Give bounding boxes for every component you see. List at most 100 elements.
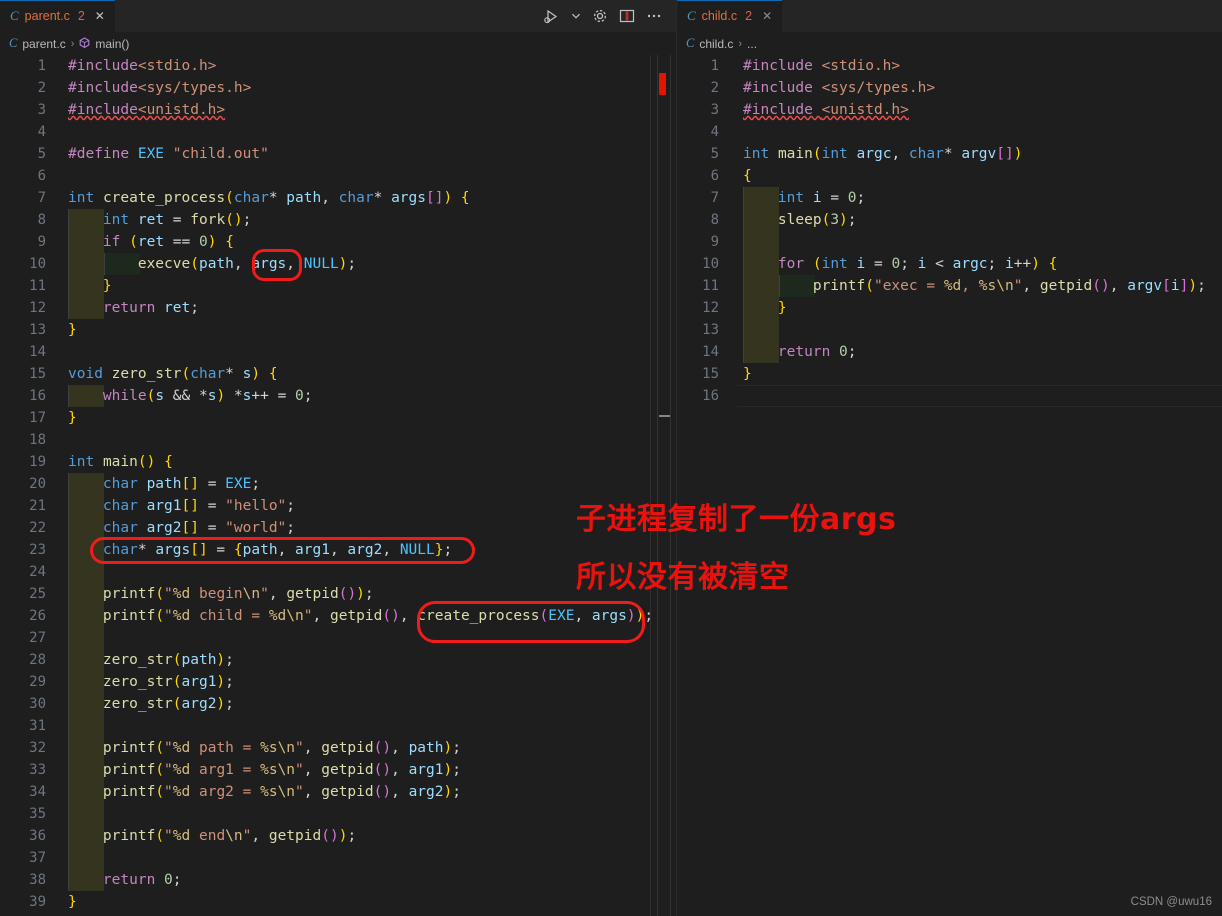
- line-number: 27: [29, 630, 46, 646]
- gear-icon[interactable]: [592, 8, 608, 24]
- code-text: #define EXE "child.out": [68, 146, 269, 162]
- line-number: 30: [29, 696, 46, 712]
- code-line[interactable]: 13: [677, 319, 1222, 341]
- code-line[interactable]: 38 return 0;: [0, 869, 676, 891]
- code-editor-right[interactable]: 1 #include <stdio.h> 2 #include <sys/types.…: [677, 55, 1222, 916]
- code-line[interactable]: 2 #include<sys/types.h>: [0, 77, 676, 99]
- code-line[interactable]: 32 printf("%d path = %s\n", getpid(), pa…: [0, 737, 676, 759]
- code-text: printf("%d arg2 = %s\n", getpid(), arg2)…: [102, 784, 461, 800]
- run-and-debug-icon[interactable]: [543, 8, 560, 25]
- code-line[interactable]: 27: [0, 627, 676, 649]
- close-icon[interactable]: ✕: [91, 10, 105, 22]
- line-number: 11: [29, 278, 46, 294]
- line-number: 19: [29, 454, 46, 470]
- code-line[interactable]: 6: [0, 165, 676, 187]
- tab-label: parent.c: [24, 9, 70, 23]
- breadcrumb-symbol[interactable]: ...: [747, 37, 757, 51]
- line-number: 26: [29, 608, 46, 624]
- code-line[interactable]: 15}: [677, 363, 1222, 385]
- code-line[interactable]: 11 }: [0, 275, 676, 297]
- code-text: {: [743, 168, 752, 184]
- tab-parent-c[interactable]: C parent.c 2 ✕: [0, 0, 115, 32]
- code-line[interactable]: 21 char arg1[] = "hello";: [0, 495, 676, 517]
- code-text: zero_str(path);: [102, 652, 234, 668]
- code-line[interactable]: 4: [0, 121, 676, 143]
- code-line[interactable]: 1 #include<stdio.h>: [0, 55, 676, 77]
- code-line[interactable]: 23 char* args[] = {path, arg1, arg2, NUL…: [0, 539, 676, 561]
- code-line[interactable]: 25 printf("%d begin\n", getpid());: [0, 583, 676, 605]
- code-line[interactable]: 28 zero_str(path);: [0, 649, 676, 671]
- code-line[interactable]: 20 char path[] = EXE;: [0, 473, 676, 495]
- code-line[interactable]: 13}: [0, 319, 676, 341]
- split-editor-icon[interactable]: [619, 9, 635, 23]
- code-line[interactable]: 10 for (int i = 0; i < argc; i++) {: [677, 253, 1222, 275]
- line-number: 16: [29, 388, 46, 404]
- code-line[interactable]: 5 int main(int argc, char* argv[]): [677, 143, 1222, 165]
- code-line[interactable]: 4: [677, 121, 1222, 143]
- code-line[interactable]: 11 printf("exec = %d, %s\n", getpid(), a…: [677, 275, 1222, 297]
- more-actions-icon[interactable]: [646, 13, 662, 19]
- breadcrumb-file[interactable]: child.c: [699, 37, 733, 51]
- code-line[interactable]: 35: [0, 803, 676, 825]
- code-line[interactable]: 7 int i = 0;: [677, 187, 1222, 209]
- code-line[interactable]: 15 void zero_str(char* s) {: [0, 363, 676, 385]
- code-text: for (int i = 0; i < argc; i++) {: [777, 256, 1058, 272]
- code-line[interactable]: 14 return 0;: [677, 341, 1222, 363]
- code-text: execve(path, args, NULL);: [137, 256, 357, 272]
- code-line[interactable]: 39}: [0, 891, 676, 913]
- code-line[interactable]: 18: [0, 429, 676, 451]
- code-line[interactable]: 19 int main() {: [0, 451, 676, 473]
- code-line[interactable]: 16 while(s && *s) *s++ = 0;: [0, 385, 676, 407]
- code-text: if (ret == 0) {: [102, 234, 234, 250]
- code-line[interactable]: 12 }: [677, 297, 1222, 319]
- code-text: int i = 0;: [777, 190, 866, 206]
- code-text: char path[] = EXE;: [102, 476, 261, 492]
- code-line[interactable]: 8 sleep(3);: [677, 209, 1222, 231]
- line-number: 34: [29, 784, 46, 800]
- code-line[interactable]: 9 if (ret == 0) {: [0, 231, 676, 253]
- line-number: 22: [29, 520, 46, 536]
- close-icon[interactable]: ✕: [758, 10, 772, 22]
- line-number: 6: [710, 168, 719, 184]
- code-line[interactable]: 34 printf("%d arg2 = %s\n", getpid(), ar…: [0, 781, 676, 803]
- breadcrumb-file[interactable]: parent.c: [22, 37, 65, 51]
- code-line[interactable]: 31: [0, 715, 676, 737]
- overview-ruler-left[interactable]: [650, 55, 676, 916]
- breadcrumb-symbol[interactable]: main(): [95, 37, 129, 51]
- code-editor-left[interactable]: 1 #include<stdio.h> 2 #include<sys/types.h>…: [0, 55, 676, 916]
- chevron-down-icon[interactable]: [571, 11, 581, 21]
- code-line[interactable]: 5 #define EXE "child.out": [0, 143, 676, 165]
- code-line[interactable]: 29 zero_str(arg1);: [0, 671, 676, 693]
- code-line[interactable]: 3 #include <unistd.h>: [677, 99, 1222, 121]
- editor-actions-left: [543, 0, 676, 32]
- code-line[interactable]: 16: [677, 385, 1222, 407]
- code-line[interactable]: 3 #include<unistd.h>: [0, 99, 676, 121]
- code-line[interactable]: 7 int create_process(char* path, char* ar…: [0, 187, 676, 209]
- code-line[interactable]: 24: [0, 561, 676, 583]
- tab-child-c[interactable]: C child.c 2 ✕: [677, 0, 783, 32]
- editor-group-right: C child.c 2 ✕ C child.c › ... 1 #include …: [676, 0, 1222, 916]
- code-line[interactable]: 1 #include <stdio.h>: [677, 55, 1222, 77]
- code-line[interactable]: 37: [0, 847, 676, 869]
- code-line[interactable]: 8 int ret = fork();: [0, 209, 676, 231]
- editor-group-left: C parent.c 2 ✕ C parent.c › main() 1 #in…: [0, 0, 676, 916]
- code-line[interactable]: 9: [677, 231, 1222, 253]
- code-line[interactable]: 12 return ret;: [0, 297, 676, 319]
- code-line[interactable]: 33 printf("%d arg1 = %s\n", getpid(), ar…: [0, 759, 676, 781]
- code-line[interactable]: 26 printf("%d child = %d\n", getpid(), c…: [0, 605, 676, 627]
- error-marker[interactable]: [659, 73, 666, 95]
- code-line[interactable]: 14: [0, 341, 676, 363]
- code-line[interactable]: 10 execve(path, args, NULL);: [0, 253, 676, 275]
- code-line[interactable]: 36 printf("%d end\n", getpid());: [0, 825, 676, 847]
- code-line[interactable]: 2 #include <sys/types.h>: [677, 77, 1222, 99]
- line-number: 25: [29, 586, 46, 602]
- code-line[interactable]: 22 char arg2[] = "world";: [0, 517, 676, 539]
- code-line[interactable]: 30 zero_str(arg2);: [0, 693, 676, 715]
- code-line[interactable]: 6{: [677, 165, 1222, 187]
- code-line[interactable]: 17}: [0, 407, 676, 429]
- code-text: #include <stdio.h>: [743, 58, 901, 74]
